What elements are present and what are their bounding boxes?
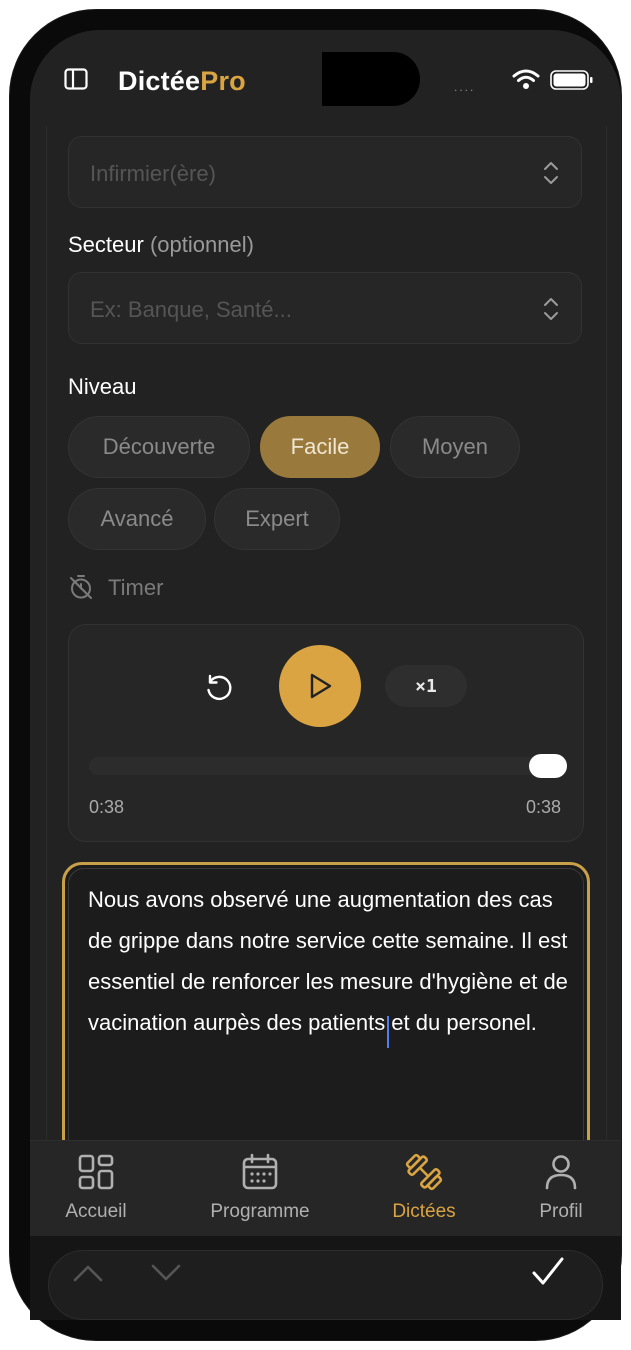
status-bar-icons: .... — [454, 68, 593, 94]
level-label: Niveau — [68, 374, 137, 399]
brand-name-part1: Dictée — [118, 66, 201, 96]
progress-thumb[interactable] — [529, 754, 567, 778]
tab-dictees-label: Dictées — [392, 1201, 456, 1222]
tab-profil[interactable]: Profil — [530, 1153, 592, 1223]
user-icon — [545, 1155, 577, 1190]
keyboard-accessory-bar — [30, 1236, 621, 1320]
level-chip-decouverte[interactable]: Découverte — [68, 416, 250, 478]
brand-logo: DictéePro — [118, 66, 246, 97]
level-chip-facile[interactable]: Facile — [260, 416, 380, 478]
sector-optional-text: (optionnel) — [149, 232, 254, 257]
chevron-down-icon[interactable] — [150, 1262, 182, 1284]
sector-label-text: Secteur — [68, 232, 144, 257]
accessory-pill — [48, 1250, 603, 1320]
signal-dots: .... — [454, 80, 476, 94]
level-chip-expert[interactable]: Expert — [214, 488, 340, 550]
tab-programme[interactable]: Programme — [198, 1153, 322, 1223]
level-chip-moyen[interactable]: Moyen — [390, 416, 520, 478]
tab-accueil[interactable]: Accueil — [58, 1153, 134, 1223]
tab-profil-label: Profil — [539, 1201, 583, 1222]
sector-label: Secteur (optionnel) — [68, 232, 254, 258]
checkmark-icon[interactable] — [530, 1254, 566, 1290]
main-content[interactable]: Infirmier(ère) Secteur (optionnel) Ex: B… — [30, 126, 621, 1140]
chevron-up-icon[interactable] — [72, 1262, 104, 1284]
grid-icon — [78, 1154, 114, 1190]
replay-icon[interactable] — [203, 672, 235, 704]
level-chip-avance[interactable]: Avancé — [68, 488, 206, 550]
chevron-updown-icon — [544, 162, 558, 184]
progress-track[interactable] — [89, 757, 561, 775]
timer-label: Timer — [108, 575, 164, 600]
screen: DictéePro .... Infirmier(ère) Secteur (o… — [30, 30, 621, 1320]
profession-select[interactable]: Infirmier(ère) — [68, 136, 582, 208]
calendar-icon — [242, 1153, 278, 1190]
app-header: DictéePro .... — [30, 30, 621, 126]
battery-icon — [550, 70, 593, 90]
chevron-updown-icon — [544, 298, 558, 320]
sector-placeholder: Ex: Banque, Santé... — [90, 297, 292, 322]
time-total: 0:38 — [525, 797, 561, 817]
tab-programme-label: Programme — [210, 1201, 310, 1222]
time-current: 0:38 — [89, 797, 125, 817]
tab-accueil-label: Accueil — [65, 1201, 127, 1222]
sidebar-toggle-icon[interactable] — [64, 68, 88, 90]
play-icon — [310, 673, 332, 699]
tab-dictees[interactable]: Dictées — [386, 1153, 462, 1223]
phone-frame: DictéePro .... Infirmier(ère) Secteur (o… — [10, 10, 621, 1340]
dynamic-island — [322, 52, 420, 106]
sector-select[interactable]: Ex: Banque, Santé... — [68, 272, 582, 344]
audio-player: ×1 0:38 0:38 — [68, 624, 584, 842]
playback-speed-button[interactable]: ×1 — [385, 665, 467, 707]
play-button[interactable] — [279, 645, 361, 727]
timer-off-icon — [70, 575, 92, 599]
brand-name-part2: Pro — [200, 66, 246, 96]
dictation-text[interactable]: Nous avons observé une augmentation des … — [88, 879, 568, 1043]
wifi-icon — [512, 69, 540, 89]
profession-placeholder: Infirmier(ère) — [90, 161, 216, 186]
dictation-text-editor[interactable]: Nous avons observé une augmentation des … — [62, 862, 590, 1140]
dumbbell-icon — [405, 1153, 443, 1191]
bottom-tab-bar: Accueil Programme Dictées Profil — [30, 1140, 621, 1237]
text-caret — [387, 1016, 389, 1048]
